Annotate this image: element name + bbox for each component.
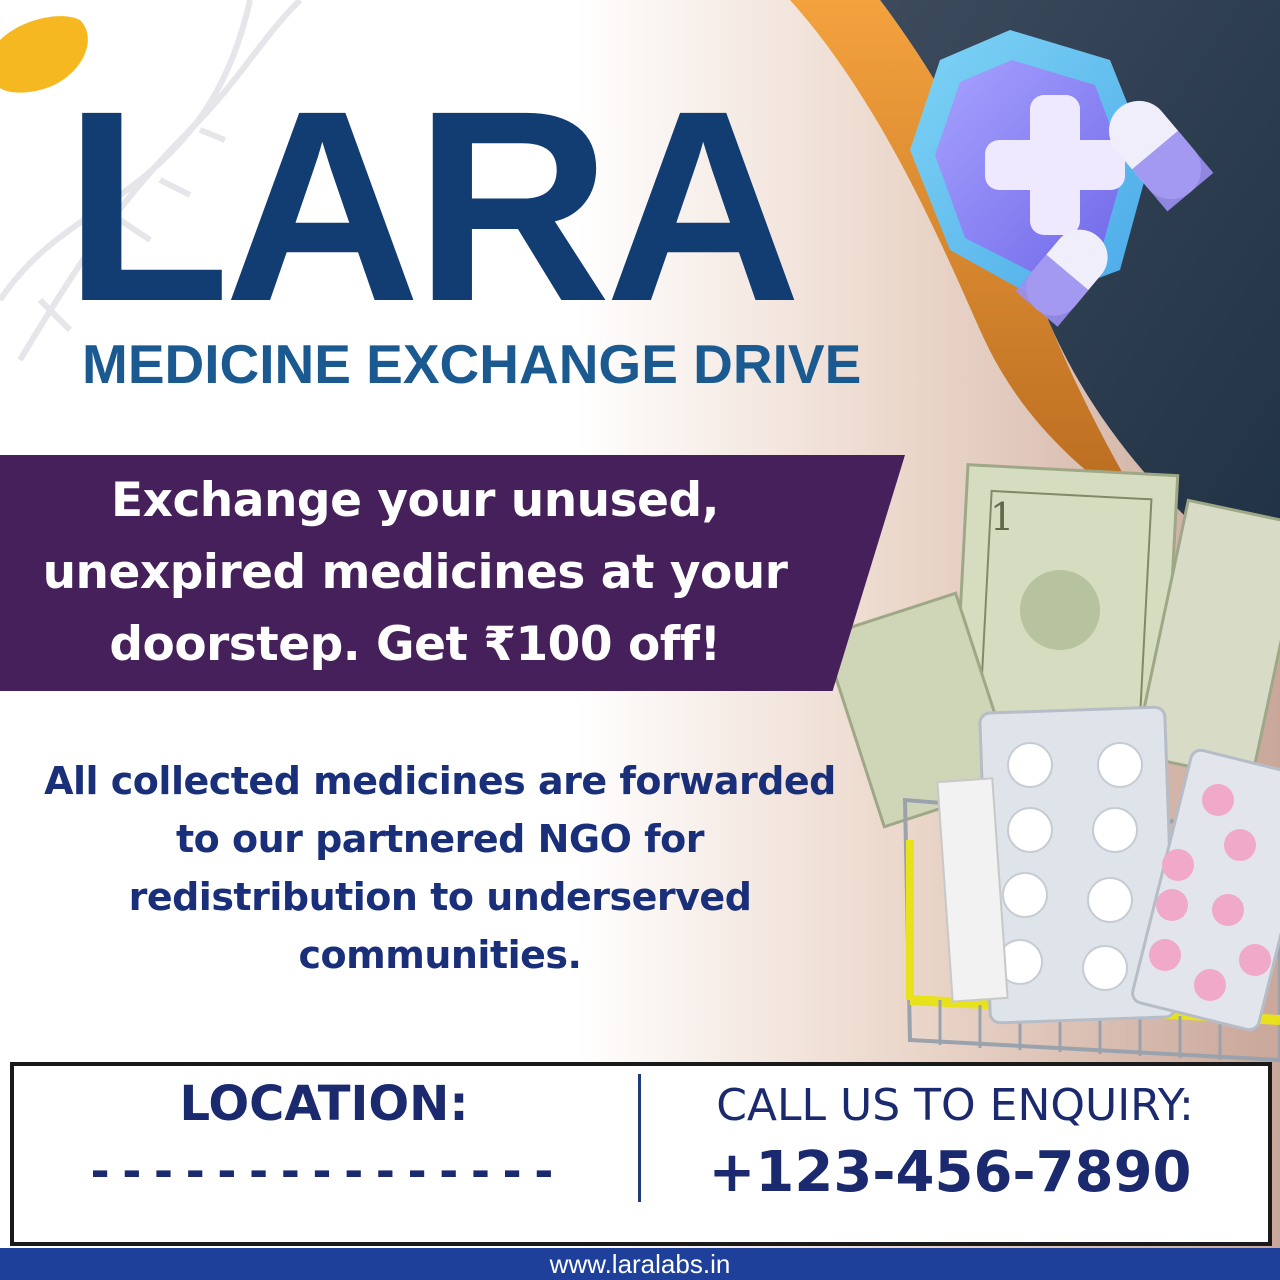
offer-banner: Exchange your unused, unexpired medicine… xyxy=(0,455,905,691)
phone-number[interactable]: +123-456-7890 xyxy=(650,1140,1250,1205)
contact-box: LOCATION: --------------- CALL US TO ENQ… xyxy=(10,1062,1272,1246)
brand-title: LARA xyxy=(64,54,801,358)
website-link[interactable]: www.laralabs.in xyxy=(550,1249,731,1280)
ngo-info-text: All collected medicines are forwarded to… xyxy=(44,759,836,977)
call-label: CALL US TO ENQUIRY: xyxy=(716,1080,1194,1131)
svg-text:1: 1 xyxy=(990,495,1014,539)
offer-banner-text: Exchange your unused, unexpired medicine… xyxy=(42,473,788,672)
event-subtitle: MEDICINE EXCHANGE DRIVE xyxy=(82,333,862,395)
footer-bar: www.laralabs.in xyxy=(0,1248,1280,1280)
pill-blister-pack-image xyxy=(936,705,1280,1032)
contact-divider xyxy=(638,1074,641,1202)
location-label: LOCATION: xyxy=(179,1076,469,1132)
location-value: --------------- xyxy=(86,1144,562,1198)
